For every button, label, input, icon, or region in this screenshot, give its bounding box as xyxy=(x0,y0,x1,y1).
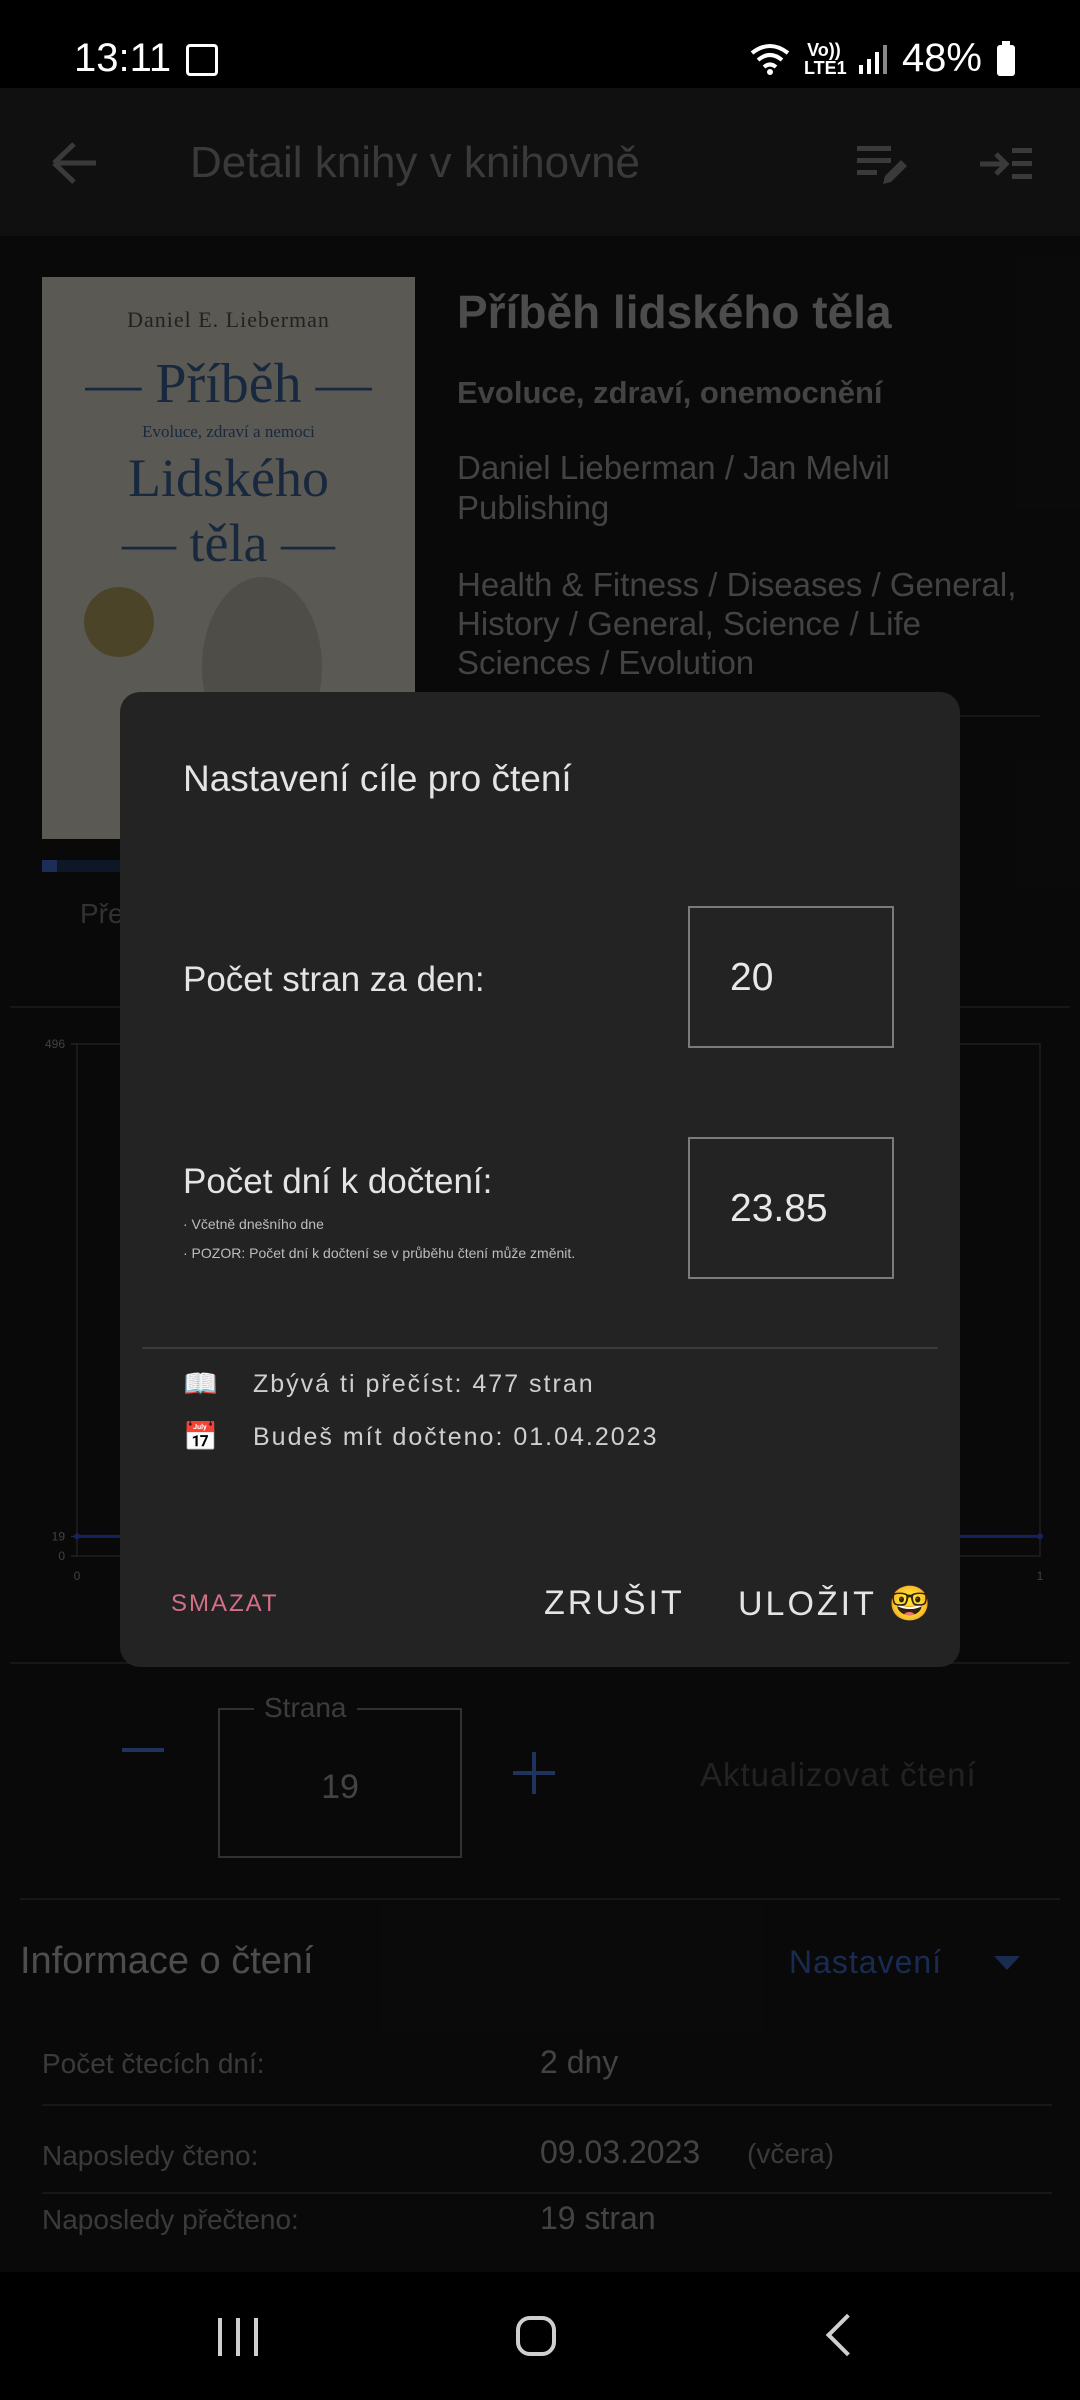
cancel-button[interactable]: ZRUŠIT xyxy=(544,1584,685,1623)
days-note-today: · Včetně dnešního dne xyxy=(183,1216,324,1232)
signal-icon xyxy=(858,44,887,74)
status-icons: Vo)) LTE1 48% xyxy=(750,36,1016,81)
network-label: Vo)) LTE1 xyxy=(803,39,847,78)
pages-per-day-input[interactable]: 20 xyxy=(688,906,894,1048)
pages-per-day-value: 20 xyxy=(730,956,774,999)
dialog-title: Nastavení cíle pro čtení xyxy=(183,758,572,799)
wifi-icon xyxy=(750,43,790,75)
recent-apps-icon[interactable] xyxy=(218,2318,258,2356)
reading-goal-dialog: Nastavení cíle pro čtení Počet stran za … xyxy=(120,692,960,1667)
image-icon xyxy=(186,44,218,76)
status-bar: 13:11 Vo)) LTE1 48% xyxy=(0,0,1080,88)
dialog-divider xyxy=(142,1347,938,1349)
book-icon: 📖 xyxy=(183,1368,218,1399)
days-to-finish-label: Počet dní k dočtení: xyxy=(183,1162,493,1201)
battery-percent: 48% xyxy=(901,36,982,80)
pages-per-day-label: Počet stran za den: xyxy=(183,960,485,999)
delete-button[interactable]: SMAZAT xyxy=(171,1590,279,1618)
days-note-warning: · POZOR: Počet dní k dočtení se v průběh… xyxy=(183,1245,576,1261)
home-icon[interactable] xyxy=(516,2316,556,2356)
finish-date-text: Budeš mít dočteno: 01.04.2023 xyxy=(253,1423,659,1451)
days-to-finish-input[interactable]: 23.85 xyxy=(688,1137,894,1279)
days-to-finish-value: 23.85 xyxy=(730,1187,828,1230)
status-time: 13:11 xyxy=(74,36,172,80)
remaining-pages-text: Zbývá ti přečíst: 477 stran xyxy=(253,1370,595,1398)
battery-icon xyxy=(997,40,1015,76)
calendar-icon: 📅 xyxy=(183,1421,218,1452)
save-button[interactable]: ULOŽIT 🤓 xyxy=(738,1584,934,1624)
